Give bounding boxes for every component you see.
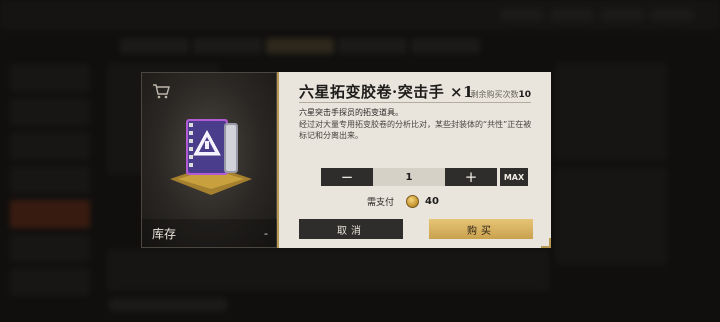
quantity-stepper: − 1 + MAX xyxy=(321,168,528,186)
payment-label: 需支付 xyxy=(367,197,395,208)
item-description-line2: 经过对大量专用拓变胶卷的分析比对，某些封装体的“共性”正在被标记和分离出来。 xyxy=(299,120,532,140)
purchase-dialog: 库存 - 六星拓变胶卷·突击手 ×1 剩余购买次数10 六星突击手探员的拓变道具… xyxy=(141,72,551,248)
increase-button[interactable]: + xyxy=(445,168,497,186)
item-description-line1: 六星突击手探员的拓变道具。 xyxy=(299,108,403,117)
remaining-value: 10 xyxy=(518,90,531,100)
stock-label: 库存 xyxy=(152,226,177,241)
payment-amount: 40 xyxy=(425,195,439,207)
corner-decoration xyxy=(541,238,551,248)
buy-button[interactable]: 购买 xyxy=(429,219,533,239)
cancel-button[interactable]: 取消 xyxy=(299,219,403,239)
shopping-cart-icon xyxy=(153,84,170,99)
decrease-button[interactable]: − xyxy=(321,168,373,186)
stock-row: 库存 - xyxy=(142,219,278,247)
purchase-details-panel: 六星拓变胶卷·突击手 ×1 剩余购买次数10 六星突击手探员的拓变道具。 经过对… xyxy=(277,72,551,248)
max-button[interactable]: MAX xyxy=(500,168,528,186)
payment-row: 需支付 40 xyxy=(367,193,439,209)
remaining-label: 剩余购买次数 xyxy=(470,90,519,99)
quantity-value[interactable]: 1 xyxy=(373,168,445,186)
stock-value: - xyxy=(264,226,268,240)
remaining-purchases: 剩余购买次数10 xyxy=(470,89,531,100)
item-title: 六星拓变胶卷·突击手 ×1 xyxy=(299,81,474,102)
film-roll-item-icon xyxy=(170,119,252,195)
gold-coin-icon xyxy=(406,194,420,208)
item-preview-panel: 库存 - xyxy=(141,72,278,248)
item-name: 六星拓变胶卷·突击手 xyxy=(299,83,445,101)
title-divider xyxy=(299,102,531,103)
